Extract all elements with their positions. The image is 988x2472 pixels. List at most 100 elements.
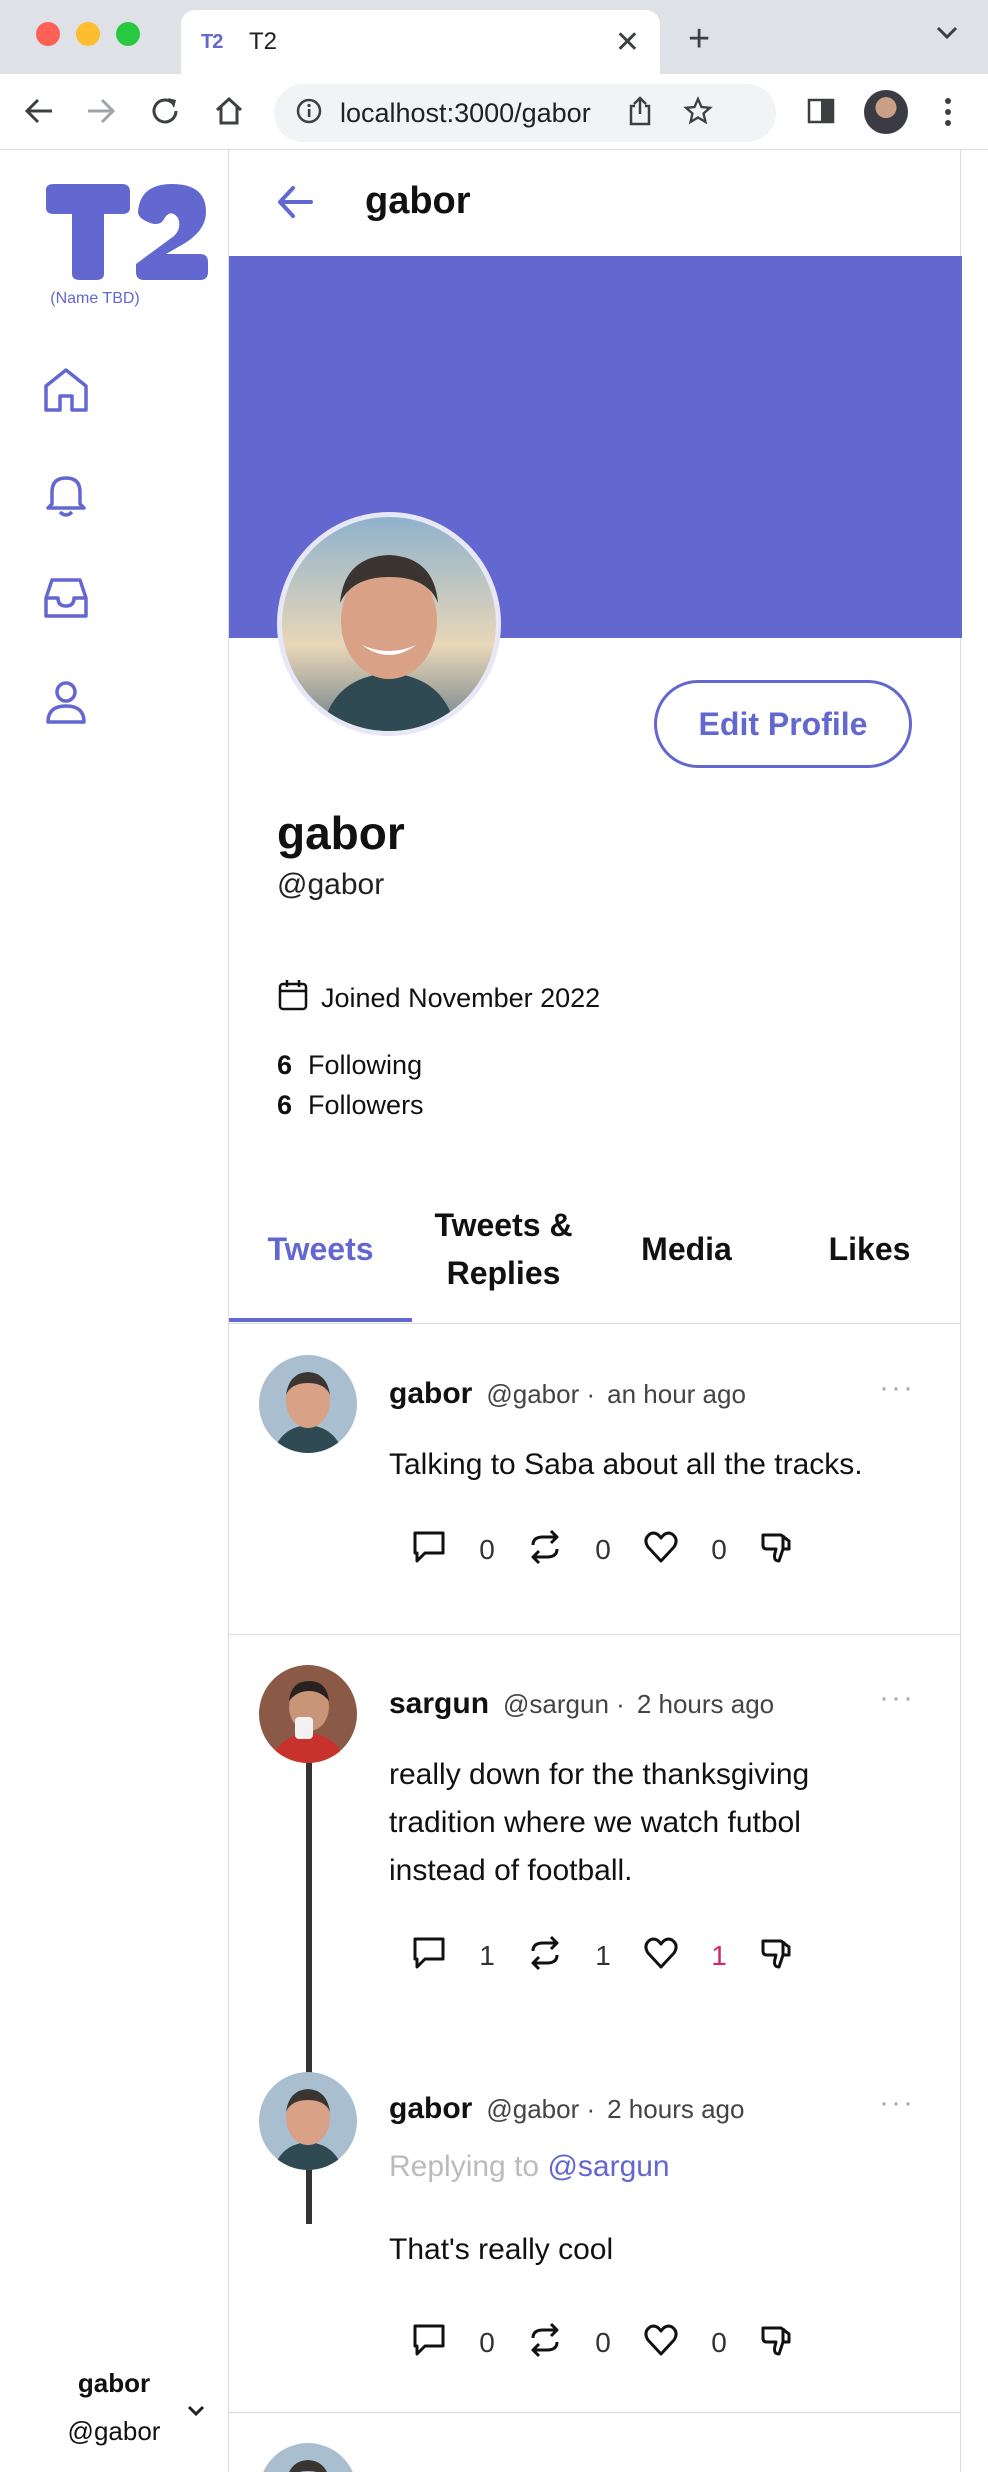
tweet-actions: 1 1 1 (411, 1935, 795, 1976)
tweet-time[interactable]: 2 hours ago (607, 2094, 744, 2125)
current-user-card[interactable]: gabor @gabor (0, 2350, 228, 2460)
tweet-author-handle[interactable]: @sargun · (503, 1689, 625, 1720)
profile-avatar-icon[interactable] (864, 90, 908, 134)
tab-likes[interactable]: Likes (778, 1174, 961, 1324)
side-panel-icon[interactable] (806, 96, 836, 131)
t2-favicon-icon: T2 (201, 30, 223, 53)
tweet-text: really down for the thanksgiving traditi… (389, 1758, 810, 1887)
tab-media[interactable]: Media (595, 1174, 778, 1324)
tab-close-icon[interactable]: ✕ (615, 25, 640, 60)
tweet-actions: 0 0 0 (411, 1529, 795, 1570)
thumbs-down-icon[interactable] (759, 1529, 795, 1570)
reload-icon[interactable] (148, 94, 182, 133)
share-icon[interactable] (627, 95, 653, 131)
following-stat[interactable]: 6 Following (277, 1050, 422, 1081)
more-options-icon[interactable]: ··· (879, 1681, 915, 1715)
tab-search-chevron-icon[interactable] (936, 26, 958, 45)
tweet-time[interactable]: 2 hours ago (637, 1689, 774, 1720)
heart-icon[interactable] (643, 1935, 679, 1976)
dislike-action[interactable] (759, 1935, 795, 1976)
tweet[interactable]: gabor @gabor · 2 hours ago ··· Replying … (229, 2040, 962, 2428)
reply-action[interactable]: 1 (411, 1935, 527, 1976)
edit-profile-button[interactable]: Edit Profile (654, 680, 912, 768)
tweet-avatar[interactable] (259, 2443, 357, 2472)
followers-stat[interactable]: 6 Followers (277, 1090, 424, 1121)
inbox-nav-icon[interactable] (40, 572, 92, 629)
home-nav-icon[interactable] (40, 364, 92, 421)
comment-icon[interactable] (411, 1935, 447, 1976)
tweet-author-name[interactable]: gabor (389, 1377, 472, 1411)
thumbs-down-icon[interactable] (759, 2322, 795, 2363)
browser-toolbar: localhost:3000/gabor (0, 74, 988, 150)
tweet-avatar[interactable] (259, 1665, 357, 1763)
following-label: Following (308, 1050, 423, 1080)
profile-header: gabor (229, 150, 962, 256)
like-count: 0 (711, 2326, 727, 2358)
joined-date: Joined November 2022 (277, 978, 600, 1019)
retweet-icon[interactable] (527, 2322, 563, 2363)
retweet-action[interactable]: 1 (527, 1935, 643, 1976)
dislike-action[interactable] (759, 2322, 795, 2363)
main-column: gabor Edit Profile gabor @gabor Joined N… (228, 150, 962, 2472)
reply-action[interactable]: 0 (411, 1529, 527, 1570)
menu-kebab-icon[interactable] (942, 96, 954, 133)
tweet[interactable]: gabor @gabor · an hour ago ··· Talking t… (229, 1325, 962, 1634)
new-tab-icon[interactable]: + (688, 20, 710, 58)
tab-tweets-and-replies[interactable]: Tweets & Replies (412, 1174, 595, 1324)
t2-logo[interactable] (40, 180, 212, 289)
bookmark-star-icon[interactable] (682, 95, 713, 131)
retweet-action[interactable]: 0 (527, 2322, 643, 2363)
browser-tab[interactable]: T2 T2 ✕ (181, 10, 660, 74)
tweet[interactable] (229, 2413, 962, 2472)
like-action[interactable]: 0 (643, 2322, 759, 2363)
chevron-down-icon[interactable] (186, 2404, 206, 2423)
heart-icon[interactable] (643, 2322, 679, 2363)
maximize-window-button[interactable] (116, 22, 140, 46)
browser-tab-strip: T2 T2 ✕ + (0, 0, 988, 74)
tweet-author-handle[interactable]: @gabor · (486, 2094, 595, 2125)
comment-icon[interactable] (411, 1529, 447, 1570)
replying-to-label: Replying to (389, 2150, 540, 2183)
minimize-window-button[interactable] (76, 22, 100, 46)
reply-count: 0 (479, 1533, 495, 1565)
bell-nav-icon[interactable] (40, 468, 92, 525)
tweet-text: That's really cool (389, 2233, 614, 2266)
back-icon[interactable] (22, 94, 56, 133)
retweet-action[interactable]: 0 (527, 1529, 643, 1570)
forward-icon[interactable] (84, 94, 118, 133)
reply-action[interactable]: 0 (411, 2322, 527, 2363)
user-nav-icon[interactable] (40, 676, 92, 733)
followers-label: Followers (308, 1090, 424, 1120)
followers-count: 6 (277, 1090, 293, 1120)
retweet-icon[interactable] (527, 1935, 563, 1976)
comment-icon[interactable] (411, 2322, 447, 2363)
tweet-header: gabor @gabor · 2 hours ago (389, 2092, 744, 2126)
like-action[interactable]: 0 (643, 1529, 759, 1570)
thumbs-down-icon[interactable] (759, 1935, 795, 1976)
home-icon[interactable] (212, 94, 246, 133)
replying-to-mention[interactable]: @sargun (547, 2150, 669, 2183)
tweet-author-name[interactable]: sargun (389, 1687, 489, 1721)
profile-name: gabor (277, 807, 405, 859)
back-arrow-icon[interactable] (275, 182, 315, 227)
tweet-time[interactable]: an hour ago (607, 1379, 746, 1410)
dislike-action[interactable] (759, 1529, 795, 1570)
tweet-avatar[interactable] (259, 1355, 357, 1453)
page-title: gabor (365, 180, 471, 222)
like-count: 0 (711, 1533, 727, 1565)
tweet-avatar[interactable] (259, 2072, 357, 2170)
info-icon[interactable] (296, 98, 322, 129)
like-action[interactable]: 1 (643, 1935, 759, 1976)
tweet-author-name[interactable]: gabor (389, 2092, 472, 2126)
more-options-icon[interactable]: ··· (879, 1371, 915, 1405)
tab-tweets[interactable]: Tweets (229, 1174, 412, 1324)
tweet[interactable]: sargun @sargun · 2 hours ago ··· really … (229, 1635, 962, 2040)
heart-icon[interactable] (643, 1529, 679, 1570)
address-bar[interactable]: localhost:3000/gabor (274, 84, 776, 142)
close-window-button[interactable] (36, 22, 60, 46)
tweet-author-handle[interactable]: @gabor · (486, 1379, 595, 1410)
retweet-icon[interactable] (527, 1529, 563, 1570)
more-options-icon[interactable]: ··· (879, 2086, 915, 2120)
profile-avatar[interactable] (277, 512, 501, 736)
current-user-name: gabor (77, 2368, 151, 2398)
